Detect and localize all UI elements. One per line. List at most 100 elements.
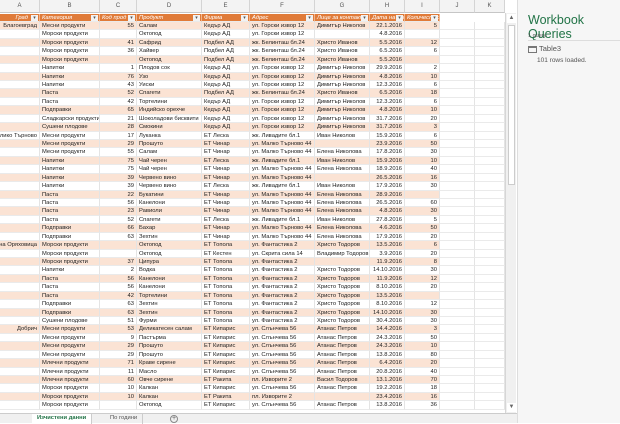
table-cell[interactable]: 5.5.2016 <box>370 38 405 48</box>
table-cell[interactable]: 39 <box>100 182 137 191</box>
table-cell[interactable]: 12.3.2016 <box>370 81 405 90</box>
table-cell[interactable] <box>100 401 137 410</box>
table-cell[interactable]: Сладкарски продукти <box>40 114 100 124</box>
table-cell[interactable]: 19.2.2016 <box>370 384 405 393</box>
table-cell[interactable] <box>475 232 505 242</box>
table-cell[interactable] <box>440 232 475 242</box>
table-cell[interactable]: Зехтин <box>137 300 202 309</box>
table-cell[interactable]: 52 <box>100 89 137 98</box>
table-cell[interactable] <box>0 300 40 309</box>
table-cell[interactable]: Добрич <box>0 325 40 334</box>
table-cell[interactable]: Елена Николова <box>315 224 370 233</box>
table-cell[interactable]: Морски продукти <box>40 30 100 39</box>
table-cell[interactable]: ЕТ Ракита <box>202 392 250 402</box>
table-cell[interactable]: Атанас Петров <box>315 367 370 377</box>
table-cell[interactable]: Фурми <box>137 317 202 326</box>
table-cell[interactable]: Сафрид <box>137 38 202 48</box>
table-cell[interactable] <box>440 384 475 393</box>
table-cell[interactable]: Васил Тодоров <box>315 376 370 385</box>
table-cell[interactable]: Кедър АД <box>202 81 250 90</box>
table-cell[interactable] <box>405 291 440 301</box>
table-cell[interactable]: 6 <box>405 241 440 250</box>
table-cell[interactable]: Узо <box>137 72 202 81</box>
column-header-a[interactable]: A <box>0 0 40 13</box>
table-cell[interactable]: Напитки <box>40 64 100 73</box>
table-cell[interactable] <box>475 401 505 410</box>
table-cell[interactable]: Канелони <box>137 274 202 284</box>
table-cell[interactable]: 16 <box>405 392 440 402</box>
table-cell[interactable]: ЕТ Ракита <box>202 376 250 385</box>
table-cell[interactable]: Горна Оряховица <box>0 241 40 250</box>
table-cell[interactable] <box>475 325 505 334</box>
filter-dropdown-icon[interactable]: ▾ <box>193 14 200 21</box>
table-cell[interactable]: Месни продукти <box>40 350 100 360</box>
table-cell[interactable]: 4.8.2016 <box>370 30 405 39</box>
table-cell[interactable] <box>475 367 505 377</box>
table-cell[interactable]: 63 <box>100 232 137 242</box>
table-cell[interactable]: Подправки <box>40 300 100 309</box>
table-cell[interactable]: Канелони <box>137 283 202 292</box>
table-cell[interactable] <box>475 215 505 225</box>
table-cell[interactable] <box>475 190 505 200</box>
table-cell[interactable]: 26.5.2016 <box>370 173 405 183</box>
table-cell[interactable]: Димитър Николов <box>315 106 370 115</box>
table-cell[interactable] <box>0 55 40 65</box>
table-cell[interactable]: ул. Горски извор 12 <box>250 64 315 73</box>
table-cell[interactable]: Иван Николов <box>315 215 370 225</box>
table-cell[interactable] <box>475 173 505 183</box>
table-cell[interactable]: Октопод <box>137 241 202 250</box>
table-cell[interactable]: Салам <box>137 22 202 31</box>
table-cell[interactable]: жк. Ливадите бл.1 <box>250 131 315 140</box>
table-cell[interactable]: ЕТ Леска <box>202 156 250 166</box>
table-cell[interactable] <box>440 131 475 140</box>
table-cell[interactable]: 4.8.2016 <box>370 106 405 115</box>
table-cell[interactable]: 8 <box>405 258 440 267</box>
filter-dropdown-icon[interactable]: ▾ <box>31 14 38 21</box>
add-sheet-icon[interactable]: + <box>170 415 178 423</box>
table-cell[interactable]: Паста <box>40 97 100 107</box>
column-header-e[interactable]: E <box>202 0 250 13</box>
table-cell[interactable]: 1 <box>100 64 137 73</box>
table-cell[interactable]: Кедър АД <box>202 64 250 73</box>
table-cell[interactable] <box>0 106 40 115</box>
table-cell[interactable]: ЕТ Топола <box>202 258 250 267</box>
table-cell[interactable]: 6 <box>405 47 440 56</box>
table-cell[interactable] <box>315 392 370 402</box>
table-cell[interactable]: Индийско орехче <box>137 106 202 115</box>
table-cell[interactable]: Деликатесен салам <box>137 325 202 334</box>
table-cell[interactable]: Елена Николова <box>315 232 370 242</box>
table-cell[interactable]: 29 <box>100 350 137 360</box>
table-cell[interactable]: Димитър Николов <box>315 114 370 124</box>
table-cell[interactable] <box>0 97 40 107</box>
table-cell[interactable] <box>440 359 475 368</box>
table-cell[interactable]: пл. Изворите 2 <box>250 392 315 402</box>
filter-dropdown-icon[interactable]: ▾ <box>128 14 135 21</box>
table-cell[interactable]: ЕТ Топола <box>202 291 250 301</box>
table-cell[interactable]: 50 <box>405 224 440 233</box>
table-cell[interactable]: Кедър АД <box>202 22 250 31</box>
table-cell[interactable] <box>0 81 40 90</box>
table-cell[interactable]: 10 <box>405 342 440 351</box>
table-cell[interactable]: Смокини <box>137 123 202 132</box>
table-cell[interactable]: Морски продукти <box>40 401 100 410</box>
column-header-f[interactable]: F <box>250 0 315 13</box>
table-cell[interactable] <box>440 97 475 107</box>
table-cell[interactable]: ЕТ Топола <box>202 283 250 292</box>
table-cell[interactable]: 14.4.2016 <box>370 325 405 334</box>
table-cell[interactable]: 9 <box>100 333 137 343</box>
table-cell[interactable] <box>440 224 475 233</box>
table-cell[interactable]: Октопод <box>137 249 202 259</box>
table-cell[interactable]: 4.8.2016 <box>370 207 405 216</box>
table-cell[interactable]: Прошуто <box>137 140 202 149</box>
table-cell[interactable]: 6.5.2016 <box>370 89 405 98</box>
table-cell[interactable]: Паста <box>40 207 100 216</box>
table-cell[interactable]: Напитки <box>40 165 100 174</box>
table-cell[interactable] <box>0 89 40 98</box>
table-cell[interactable] <box>440 106 475 115</box>
table-cell[interactable]: Сушени плодове <box>40 123 100 132</box>
table-header-cell[interactable]: Адрес ▾ <box>250 13 315 22</box>
table-cell[interactable]: 15.9.2016 <box>370 156 405 166</box>
table-cell[interactable]: Спагети <box>137 215 202 225</box>
table-cell[interactable] <box>315 30 370 39</box>
table-cell[interactable]: 53 <box>100 325 137 334</box>
